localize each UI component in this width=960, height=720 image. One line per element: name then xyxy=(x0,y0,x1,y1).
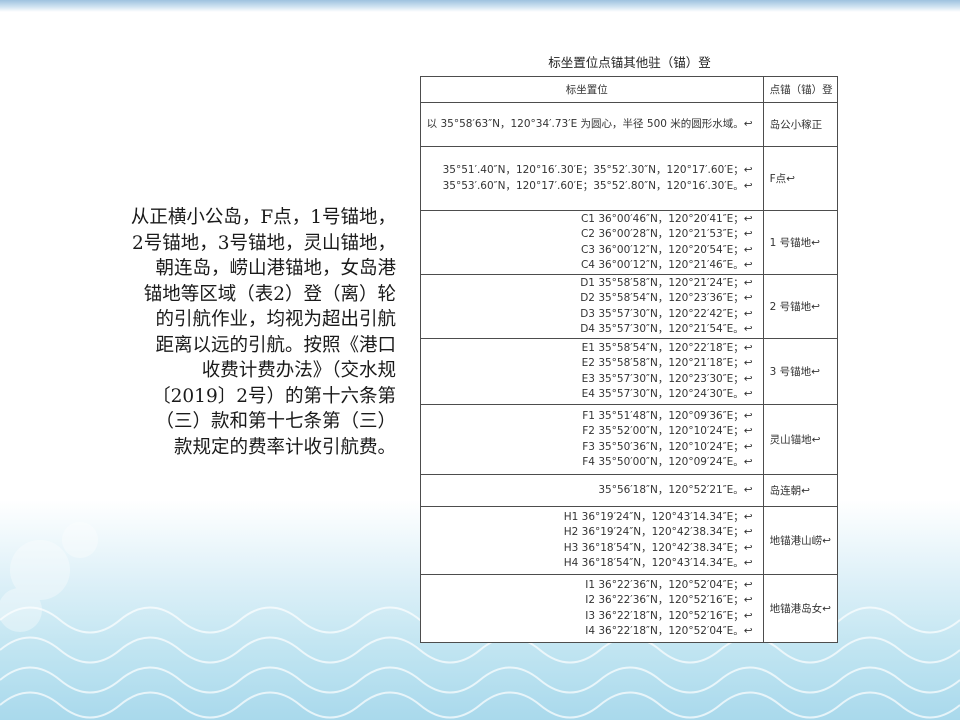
body-text-line: 的引航作业，均视为超出引航 xyxy=(155,309,396,330)
header-coordinates: 标坐置位 xyxy=(420,76,764,103)
coordinate-line: 以 35°58′63″N，120°34′.73′E 为圆心，半径 500 米的圆… xyxy=(426,117,753,130)
coordinate-line: F2 35°52′00″N，120°10′24″E；↩ xyxy=(582,425,753,437)
coordinate-line: D3 35°57′30″N，120°22′42″E；↩ xyxy=(580,307,753,320)
coordinate-line: 35°53′.60″N，120°17′.60′E；35°52′.80″N，120… xyxy=(442,179,753,192)
coordinate-cell: C1 36°00′46″N，120°20′41″E；↩ C2 36°00′28″… xyxy=(420,210,764,275)
body-text-line: 锚地等区域（表2）登（离）轮 xyxy=(143,283,396,305)
coordinate-line: C3 36°00′12″N，120°20′54″E；↩ xyxy=(580,243,753,256)
coordinate-line: I1 36°22′36″N，120°52′04″E；↩ xyxy=(585,578,753,591)
coordinate-line: E4 35°57′30″N，120°24′30″E。↩ xyxy=(581,388,753,400)
coordinate-line: H3 36°18′54″N，120°42′38.34″E；↩ xyxy=(563,541,753,554)
body-text-line: 朝连岛，崂山港锚地，女岛港 xyxy=(155,258,396,279)
table-row: 35°56′18″N，120°52′21″E。↩ 岛连朝↩ xyxy=(420,474,839,507)
table-row: D1 35°58′58″N，120°21′24″E；↩ D2 35°58′54″… xyxy=(420,274,839,339)
anchor-point-cell: 3 号锚地↩ xyxy=(762,338,839,405)
table-row: C1 36°00′46″N，120°20′41″E；↩ C2 36°00′28″… xyxy=(420,210,839,275)
coordinate-cell: 35°51′.40″N，120°16′.30′E；35°52′.30″N，120… xyxy=(420,146,764,211)
coordinate-line: D4 35°57′30″N，120°21′54″E。↩ xyxy=(580,323,753,335)
anchor-point-cell: 地锚港岛女↩ xyxy=(762,574,839,643)
table-row: 以 35°58′63″N，120°34′.73′E 为圆心，半径 500 米的圆… xyxy=(420,102,839,147)
table-header-row: 标坐置位 点锚（锚）登 xyxy=(420,76,839,103)
anchor-point-cell: 岛公小稼正 xyxy=(762,102,839,147)
coordinate-cell: 以 35°58′63″N，120°34′.73′E 为圆心，半径 500 米的圆… xyxy=(420,102,764,147)
coordinate-cell: 35°56′18″N，120°52′21″E。↩ xyxy=(420,474,764,507)
coordinate-cell: F1 35°51′48″N，120°09′36″E；↩ F2 35°52′00″… xyxy=(420,404,764,475)
coordinate-cell: E1 35°58′54″N，120°22′18″E；↩ E2 35°58′58″… xyxy=(420,338,764,405)
body-text-line: （三）款和第十七条第（三） xyxy=(155,411,396,432)
body-text-block: 从正横小公岛，F点，1号锚地， 2号锚地，3号锚地，灵山锚地， 朝连岛，崂山港锚… xyxy=(100,205,396,460)
coordinate-line: C1 36°00′46″N，120°20′41″E；↩ xyxy=(580,212,753,225)
anchor-point-cell: F点↩ xyxy=(762,146,839,211)
anchor-point-cell: 1 号锚地↩ xyxy=(762,210,839,275)
coordinate-line: H4 36°18′54″N，120°43′14.34″E。↩ xyxy=(563,557,753,569)
body-text-line: 距离以远的引航。按照《港口 xyxy=(155,334,396,356)
anchor-coordinates-table: 标坐置位 点锚（锚）登 以 35°58′63″N，120°34′.73′E 为圆… xyxy=(420,76,839,643)
body-text-line: 收费计费办法》（交水规 xyxy=(201,360,396,381)
coordinate-line: I2 36°22′36″N，120°52′16″E；↩ xyxy=(585,594,753,606)
table-row: I1 36°22′36″N，120°52′04″E；↩ I2 36°22′36″… xyxy=(420,574,839,643)
coordinate-line: F4 35°50′00″N，120°09′24″E。↩ xyxy=(582,456,753,468)
anchor-point-cell: 灵山锚地↩ xyxy=(762,404,839,475)
coordinate-line: F1 35°51′48″N，120°09′36″E；↩ xyxy=(582,409,753,422)
table-row: F1 35°51′48″N，120°09′36″E；↩ F2 35°52′00″… xyxy=(420,404,839,475)
coordinate-line: H2 36°19′24″N，120°42′38.34″E；↩ xyxy=(563,526,753,538)
coordinate-line: C2 36°00′28″N，120°21′53″E；↩ xyxy=(580,228,753,240)
coordinate-line: 35°56′18″N，120°52′21″E。↩ xyxy=(598,483,753,496)
coordinate-line: 35°51′.40″N，120°16′.30′E；35°52′.30″N，120… xyxy=(442,164,753,176)
header-anchor-point: 点锚（锚）登 xyxy=(762,76,839,103)
coordinate-line: I4 36°22′18″N，120°52′04″E。↩ xyxy=(585,625,753,637)
coordinate-line: E2 35°58′58″N，120°21′18″E；↩ xyxy=(581,357,753,369)
anchor-point-cell: 2 号锚地↩ xyxy=(762,274,839,339)
coordinate-line: E1 35°58′54″N，120°22′18″E；↩ xyxy=(581,341,753,354)
coordinate-cell: D1 35°58′58″N，120°21′24″E；↩ D2 35°58′54″… xyxy=(420,274,764,339)
coordinate-line: D1 35°58′58″N，120°21′24″E；↩ xyxy=(580,276,753,289)
anchor-point-cell: 地锚港山崂↩ xyxy=(762,506,839,575)
body-text-line: 〔2019〕2号）的第十六条第 xyxy=(152,385,396,407)
body-text-line: 款规定的费率计收引航费。 xyxy=(173,436,396,458)
coordinate-line: H1 36°19′24″N，120°43′14.34″E；↩ xyxy=(563,510,753,523)
table-row: E1 35°58′54″N，120°22′18″E；↩ E2 35°58′58″… xyxy=(420,338,839,405)
top-gradient-band xyxy=(0,0,960,12)
table-row: 35°51′.40″N，120°16′.30′E；35°52′.30″N，120… xyxy=(420,146,839,211)
coordinate-cell: I1 36°22′36″N，120°52′04″E；↩ I2 36°22′36″… xyxy=(420,574,764,643)
body-text-line: 从正横小公岛，F点，1号锚地， xyxy=(130,207,396,228)
anchor-point-cell: 岛连朝↩ xyxy=(762,474,839,507)
coordinate-line: I3 36°22′18″N，120°52′16″E；↩ xyxy=(585,609,753,622)
page-title: 标坐置位点锚其他驻（锚）登 xyxy=(548,55,711,70)
table-row: H1 36°19′24″N，120°43′14.34″E；↩ H2 36°19′… xyxy=(420,506,839,575)
coordinate-cell: H1 36°19′24″N，120°43′14.34″E；↩ H2 36°19′… xyxy=(420,506,764,575)
coordinate-line: F3 35°50′36″N，120°10′24″E；↩ xyxy=(582,440,753,453)
body-text-line: 2号锚地，3号锚地，灵山锚地， xyxy=(131,232,396,254)
coordinate-line: D2 35°58′54″N，120°23′36″E；↩ xyxy=(580,292,753,304)
coordinate-line: E3 35°57′30″N，120°23′30″E；↩ xyxy=(581,372,753,385)
coordinate-line: C4 36°00′12″N，120°21′46″E。↩ xyxy=(580,259,753,271)
